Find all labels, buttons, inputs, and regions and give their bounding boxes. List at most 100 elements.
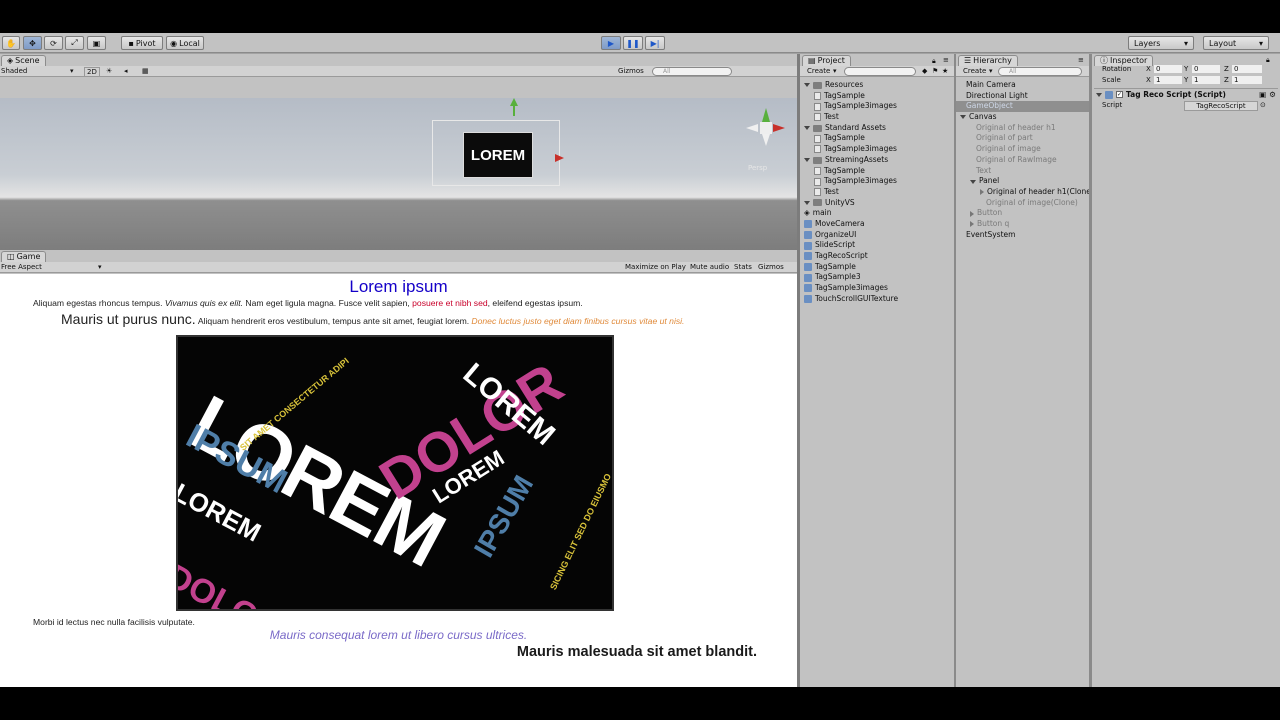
object-picker-icon[interactable]: ⊙ [1260, 101, 1266, 109]
hierarchy-item[interactable]: Original of header h1 [956, 123, 1089, 134]
expand-arrow-icon[interactable] [960, 115, 966, 120]
tab-project[interactable]: ▤ Project [802, 55, 851, 66]
project-create-dropdown[interactable]: Create [807, 66, 830, 76]
hierarchy-item[interactable]: Original of image(Clone) [956, 198, 1089, 209]
pivot-button[interactable]: ▪ Pivot [121, 36, 163, 50]
maximize-on-play-toggle[interactable]: Maximize on Play [625, 262, 686, 272]
gizmo-y-arrow-icon[interactable] [510, 98, 518, 106]
project-item[interactable]: TagSample [804, 166, 898, 177]
hierarchy-item[interactable]: Panel [956, 176, 1089, 187]
gizmo-x-cone-icon[interactable] [773, 124, 785, 132]
project-item[interactable]: SlideScript [804, 240, 898, 251]
scale-z-field[interactable]: 1 [1232, 76, 1262, 84]
gizmos-dropdown[interactable]: Gizmos [618, 66, 644, 76]
project-item[interactable]: TagSample [804, 262, 898, 273]
hand-tool-icon[interactable]: ✋ [2, 36, 20, 50]
hierarchy-item[interactable]: Original of header h1(Clone [956, 187, 1091, 198]
stats-toggle[interactable]: Stats [734, 262, 752, 272]
project-item[interactable]: TouchScrollGUITexture [804, 294, 898, 305]
game-viewport[interactable]: Lorem ipsum Aliquam egestas rhoncus temp… [0, 274, 797, 687]
panel-splitter[interactable] [1089, 54, 1092, 687]
hierarchy-item[interactable]: Original of RawImage [956, 155, 1089, 166]
project-item[interactable]: Resources [804, 80, 898, 91]
tab-scene[interactable]: ◈ Scene [1, 55, 46, 66]
shading-mode-dropdown[interactable]: Shaded [1, 66, 27, 76]
collapse-arrow-icon[interactable] [970, 221, 974, 228]
panel-splitter[interactable] [797, 54, 800, 687]
project-search-input[interactable] [844, 67, 916, 76]
hierarchy-item[interactable]: Text [956, 166, 1089, 177]
rotate-tool-icon[interactable]: ⟳ [44, 36, 63, 50]
foldout-arrow-icon[interactable] [804, 83, 810, 88]
orientation-gizmo[interactable] [744, 108, 788, 152]
scale-y-field[interactable]: 1 [1192, 76, 1220, 84]
hierarchy-item[interactable]: Button [956, 208, 1089, 219]
project-item[interactable]: TagSample [804, 133, 898, 144]
scale-x-field[interactable]: 1 [1154, 76, 1182, 84]
project-item[interactable]: StreamingAssets [804, 155, 898, 166]
audio-toggle-icon[interactable]: ◂ [124, 66, 128, 76]
tab-hierarchy[interactable]: ☰ Hierarchy [958, 55, 1018, 66]
pause-button[interactable]: ❚❚ [623, 36, 643, 50]
hierarchy-item[interactable]: Canvas [956, 112, 1089, 123]
mute-audio-toggle[interactable]: Mute audio [690, 262, 729, 272]
gizmo-y-cone-icon[interactable] [762, 108, 770, 122]
lock-icon[interactable]: 🔒︎ [932, 57, 936, 66]
project-item[interactable]: Standard Assets [804, 123, 898, 134]
scene-search-input[interactable]: All [652, 67, 732, 76]
search-by-label-icon[interactable]: ⚑ [932, 66, 938, 76]
game-gizmos-dropdown[interactable]: Gizmos [758, 262, 784, 272]
tab-game[interactable]: ◫ Game [1, 251, 47, 262]
expand-arrow-icon[interactable] [970, 179, 976, 184]
project-item[interactable]: TagRecoScript [804, 251, 898, 262]
step-button[interactable]: ▶| [645, 36, 665, 50]
project-item[interactable]: OrganizeUI [804, 230, 898, 241]
scene-viewport[interactable]: LOREM Persp [0, 98, 797, 269]
project-item[interactable]: Test [804, 112, 898, 123]
gizmo-neg-y-cone-icon[interactable] [762, 134, 770, 146]
panel-menu-icon[interactable]: ≡ [943, 56, 949, 64]
project-item[interactable]: TagSample3images [804, 283, 898, 294]
move-tool-icon[interactable]: ✥ [23, 36, 42, 50]
lock-icon[interactable]: 🔒︎ [1266, 56, 1270, 65]
scale-tool-icon[interactable]: ⤢ [65, 36, 84, 50]
project-item[interactable]: UnityVS [804, 198, 898, 209]
hierarchy-search-input[interactable]: All [998, 67, 1082, 76]
panel-menu-icon[interactable]: ≡ [1078, 56, 1084, 64]
project-item[interactable]: ◈ main [804, 208, 898, 219]
hierarchy-item[interactable]: Original of image [956, 144, 1089, 155]
foldout-arrow-icon[interactable] [804, 158, 810, 163]
component-enabled-checkbox[interactable]: ✓ [1116, 91, 1123, 98]
persp-label[interactable]: Persp [748, 164, 767, 172]
search-by-type-icon[interactable]: ◆ [922, 66, 927, 76]
panel-splitter[interactable] [954, 54, 956, 687]
hierarchy-item[interactable]: Main Camera [956, 80, 1089, 91]
gizmo-x-arrow-icon[interactable] [555, 154, 564, 162]
component-help-icon[interactable]: ▣ [1259, 90, 1266, 99]
foldout-arrow-icon[interactable] [1096, 92, 1102, 97]
rotation-y-field[interactable]: 0 [1192, 65, 1220, 73]
gizmo-neg-x-cone-icon[interactable] [746, 124, 758, 132]
foldout-arrow-icon[interactable] [804, 200, 810, 205]
rotation-z-field[interactable]: 0 [1232, 65, 1262, 73]
project-item[interactable]: TagSample3images [804, 176, 898, 187]
layout-dropdown[interactable]: Layout ▾ [1203, 36, 1269, 50]
component-header[interactable]: ✓ Tag Reco Script (Script) ▣ ⚙ [1096, 90, 1276, 99]
local-button[interactable]: ◉ Local [166, 36, 204, 50]
rect-tool-icon[interactable]: ▣ [87, 36, 106, 50]
project-item[interactable]: TagSample [804, 91, 898, 102]
project-item[interactable]: MoveCamera [804, 219, 898, 230]
aspect-dropdown[interactable]: Free Aspect [1, 262, 42, 272]
hierarchy-item[interactable]: EventSystem [956, 230, 1089, 241]
hierarchy-item[interactable]: GameObject [956, 101, 1089, 113]
favorite-icon[interactable]: ★ [942, 66, 948, 76]
project-item[interactable]: Test [804, 187, 898, 198]
effects-toggle-icon[interactable]: ▦ [142, 66, 149, 76]
rotation-x-field[interactable]: 0 [1154, 65, 1182, 73]
hierarchy-item[interactable]: Button q [956, 219, 1089, 230]
layers-dropdown[interactable]: Layers ▾ [1128, 36, 1194, 50]
foldout-arrow-icon[interactable] [804, 126, 810, 131]
project-item[interactable]: TagSample3 [804, 272, 898, 283]
gizmo-center-cube-icon[interactable] [760, 122, 772, 134]
script-object-field[interactable]: TagRecoScript [1184, 101, 1258, 111]
